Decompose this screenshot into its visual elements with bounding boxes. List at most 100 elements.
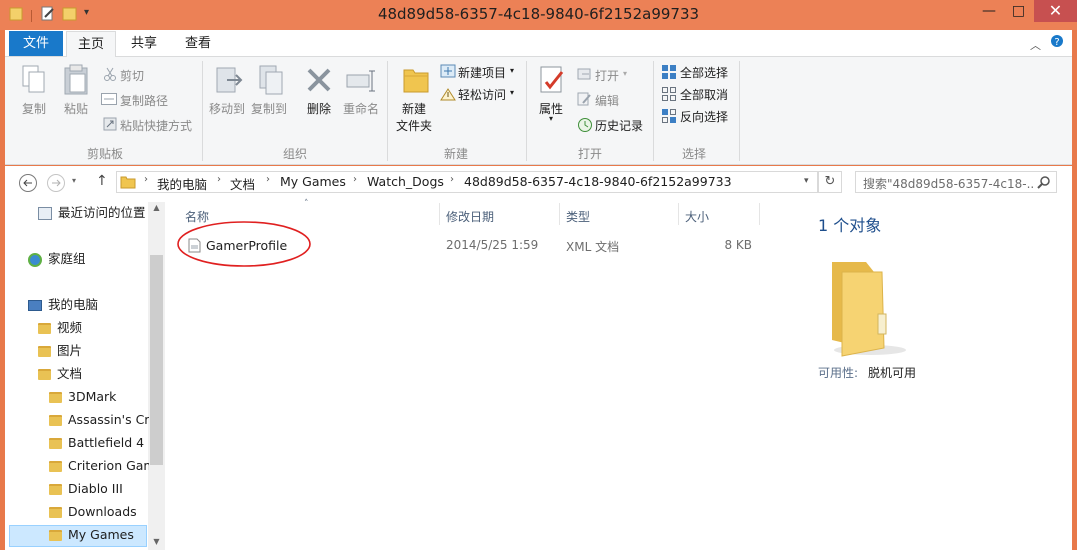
- search-icon[interactable]: [1037, 175, 1051, 192]
- breadcrumb-chevron-icon[interactable]: ›: [144, 174, 148, 185]
- tab-view[interactable]: 查看: [176, 31, 220, 56]
- properties-dropdown-icon[interactable]: ▾: [549, 114, 553, 123]
- nav-label: 3DMark: [68, 389, 117, 404]
- easy-access-dropdown-icon[interactable]: ▾: [510, 88, 514, 97]
- nav-item-folder[interactable]: Assassin's Cre: [49, 409, 149, 431]
- nav-item-documents[interactable]: 文档: [38, 363, 82, 385]
- nav-item-homegroup[interactable]: 家庭组: [28, 248, 86, 270]
- folder-icon: [9, 6, 23, 22]
- collapse-ribbon-icon[interactable]: ︿: [1030, 37, 1041, 53]
- select-all-button[interactable]: 全部选择: [680, 64, 728, 81]
- nav-item-recent[interactable]: 最近访问的位置: [38, 202, 146, 224]
- folder-icon: [49, 461, 62, 472]
- nav-item-pictures[interactable]: 图片: [38, 340, 82, 362]
- new-folder-icon: [402, 64, 430, 99]
- paste-shortcut-icon: [103, 117, 117, 134]
- nav-item-folder[interactable]: Battlefield 4: [49, 432, 149, 454]
- rename-button[interactable]: 重命名: [343, 100, 379, 117]
- nav-scrollbar-thumb[interactable]: [150, 255, 163, 465]
- column-header-modified[interactable]: 修改日期: [446, 208, 494, 225]
- move-to-button[interactable]: 移动到: [209, 100, 245, 117]
- invert-selection-icon: [661, 108, 677, 127]
- nav-label: 视频: [57, 320, 83, 335]
- customize-quick-access-icon[interactable]: ▾: [84, 7, 89, 18]
- open-dropdown-icon[interactable]: ▾: [623, 69, 627, 78]
- paste-shortcut-button[interactable]: 粘贴快捷方式: [120, 117, 192, 134]
- folder-icon: [49, 392, 62, 403]
- up-icon[interactable]: ↑: [96, 173, 108, 189]
- scroll-down-arrow-icon[interactable]: ▼: [150, 537, 163, 546]
- nav-item-my-games[interactable]: My Games: [49, 524, 147, 546]
- new-item-button[interactable]: 新建项目: [458, 64, 506, 81]
- scroll-up-arrow-icon[interactable]: ▲: [150, 203, 163, 212]
- properties-quick-icon[interactable]: [40, 6, 54, 22]
- new-item-icon: [440, 64, 456, 81]
- breadcrumb-chevron-icon[interactable]: ›: [266, 174, 270, 185]
- nav-item-videos[interactable]: 视频: [38, 317, 82, 339]
- breadcrumb-this-pc[interactable]: 我的电脑: [157, 174, 207, 193]
- nav-item-this-pc[interactable]: 我的电脑: [28, 294, 98, 316]
- copy-button[interactable]: 复制: [22, 100, 46, 117]
- forward-icon[interactable]: [46, 173, 66, 196]
- open-button[interactable]: 打开: [595, 67, 619, 84]
- nav-item-folder[interactable]: 3DMark: [49, 386, 149, 408]
- minimize-button[interactable]: —: [975, 0, 1003, 22]
- tab-share[interactable]: 共享: [122, 31, 166, 56]
- back-icon[interactable]: [18, 173, 38, 196]
- tab-file[interactable]: 文件: [9, 31, 63, 56]
- paste-button[interactable]: 粘贴: [64, 100, 88, 117]
- help-icon[interactable]: ?: [1050, 34, 1064, 51]
- file-type: XML 文档: [566, 240, 620, 254]
- copy-path-button[interactable]: 复制路径: [120, 92, 168, 109]
- column-divider[interactable]: [439, 203, 440, 225]
- breadcrumb-chevron-icon[interactable]: ›: [217, 174, 221, 185]
- selection-count: 1 个对象: [818, 216, 882, 235]
- tab-home[interactable]: 主页: [66, 31, 116, 58]
- large-folder-icon: [822, 256, 914, 361]
- breadcrumb-current-folder[interactable]: 48d89d58-6357-4c18-9840-6f2152a99733: [464, 174, 732, 189]
- ribbon-separator: [202, 61, 203, 161]
- nav-item-folder[interactable]: Criterion Gam: [49, 455, 149, 477]
- close-button[interactable]: ✕: [1034, 0, 1077, 22]
- nav-item-folder[interactable]: Diablo III: [49, 478, 149, 500]
- easy-access-button[interactable]: 轻松访问: [458, 86, 506, 103]
- edit-icon: [577, 92, 591, 109]
- new-folder-quick-icon[interactable]: [62, 6, 77, 22]
- address-history-dropdown-icon[interactable]: ▾: [804, 176, 809, 186]
- column-header-type[interactable]: 类型: [566, 208, 590, 225]
- column-divider[interactable]: [678, 203, 679, 225]
- new-folder-label-line2[interactable]: 文件夹: [396, 117, 432, 134]
- column-header-size[interactable]: 大小: [685, 208, 709, 225]
- file-modified: 2014/5/25 1:59: [446, 238, 539, 252]
- column-divider[interactable]: [759, 203, 760, 225]
- invert-selection-button[interactable]: 反向选择: [680, 108, 728, 125]
- cut-button[interactable]: 剪切: [120, 67, 144, 84]
- breadcrumb-documents[interactable]: 文档: [230, 174, 255, 193]
- recent-locations-icon[interactable]: ▾: [72, 176, 76, 185]
- nav-label: 我的电脑: [48, 297, 99, 312]
- new-item-dropdown-icon[interactable]: ▾: [510, 66, 514, 75]
- cut-icon: [103, 67, 117, 84]
- breadcrumb-watch-dogs[interactable]: Watch_Dogs: [367, 174, 444, 189]
- column-divider[interactable]: [559, 203, 560, 225]
- select-none-button[interactable]: 全部取消: [680, 86, 728, 103]
- nav-label: 图片: [57, 343, 83, 358]
- breadcrumb-chevron-icon[interactable]: ›: [450, 174, 454, 185]
- history-button[interactable]: 历史记录: [595, 117, 643, 134]
- homegroup-icon: [28, 252, 42, 267]
- breadcrumb-chevron-icon[interactable]: ›: [353, 174, 357, 185]
- new-folder-label-line1[interactable]: 新建: [402, 100, 426, 117]
- nav-item-folder[interactable]: Downloads: [49, 501, 149, 523]
- copy-to-button[interactable]: 复制到: [251, 100, 287, 117]
- computer-icon: [28, 300, 42, 311]
- sort-ascending-icon: ˄: [304, 199, 309, 209]
- refresh-icon[interactable]: ↻: [818, 171, 842, 193]
- edit-button[interactable]: 编辑: [595, 92, 619, 109]
- pictures-folder-icon: [38, 346, 51, 357]
- delete-button[interactable]: 删除: [307, 100, 331, 117]
- folder-icon: [49, 507, 62, 518]
- title-bar[interactable]: [0, 0, 1077, 30]
- breadcrumb-my-games[interactable]: My Games: [280, 174, 346, 189]
- group-organize-label: 组织: [283, 147, 308, 161]
- maximize-button[interactable]: □: [1003, 0, 1034, 22]
